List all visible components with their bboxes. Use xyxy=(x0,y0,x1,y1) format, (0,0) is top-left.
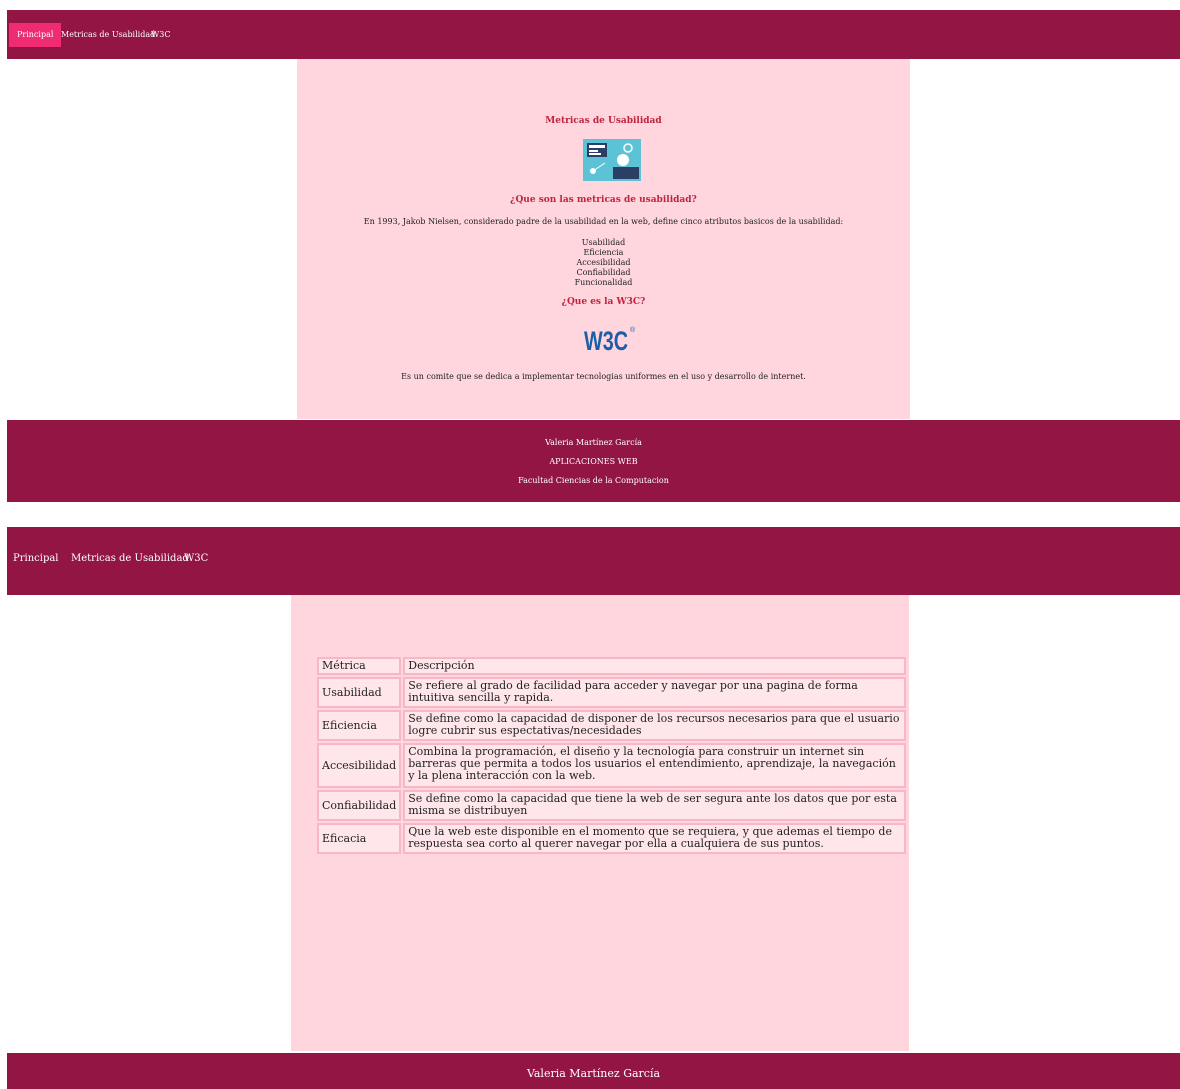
table-cell-description: Que la web este disponible en el momento… xyxy=(403,823,906,854)
w3c-logo: W3C ® xyxy=(584,326,636,353)
bottom-navbar: Principal Metricas de Usabilidad W3C xyxy=(7,527,1180,595)
w3c-logo-text: W3C xyxy=(584,326,628,353)
table-cell-description: Se define como la capacidad de disponer … xyxy=(403,710,906,741)
bottom-main-content: Métrica Descripción Usabilidad Se refier… xyxy=(291,595,909,1051)
nav-item-metricas[interactable]: Metricas de Usabilidad xyxy=(71,553,189,564)
bottom-footer: Valeria Martínez García xyxy=(7,1053,1180,1089)
table-cell-metric: Eficiencia xyxy=(317,710,402,741)
list-item: Funcionalidad xyxy=(574,278,633,287)
intro-text: En 1993, Jakob Nielsen, considerado padr… xyxy=(363,217,844,226)
list-item: Confiabilidad xyxy=(576,268,631,277)
table-cell-description: Combina la programación, el diseño y la … xyxy=(403,743,906,788)
table-cell-metric: Accesibilidad xyxy=(317,743,402,788)
metrics-table: Métrica Descripción Usabilidad Se refier… xyxy=(315,655,908,856)
section-heading-w3c: ¿Que es la W3C? xyxy=(561,297,646,307)
w3c-description: Es un comite que se dedica a implementar… xyxy=(401,372,806,381)
table-cell-metric: Confiabilidad xyxy=(317,790,402,821)
w3c-registered-mark: ® xyxy=(630,326,636,334)
table-cell-description: Se define como la capacidad que tiene la… xyxy=(403,790,906,821)
table-row: Accesibilidad Combina la programación, e… xyxy=(317,743,906,788)
table-row: Confiabilidad Se define como la capacida… xyxy=(317,790,906,821)
list-item: Usabilidad xyxy=(581,238,626,247)
table-header-metric: Métrica xyxy=(317,657,402,675)
table-header-row: Métrica Descripción xyxy=(317,657,906,675)
top-navbar: Principal Metricas de Usabilidad W3C xyxy=(7,10,1180,59)
table-cell-metric: Eficacia xyxy=(317,823,402,854)
table-cell-description: Se refiere al grado de facilidad para ac… xyxy=(403,677,906,708)
table-cell-metric: Usabilidad xyxy=(317,677,402,708)
list-item: Accesibilidad xyxy=(576,258,631,267)
footer-faculty: Facultad Ciencias de la Computacion xyxy=(518,476,669,485)
top-main-content: Metricas de Usabilidad ¿Que son las metr… xyxy=(297,59,910,419)
table-row: Eficacia Que la web este disponible en e… xyxy=(317,823,906,854)
list-item: Eficiencia xyxy=(583,248,624,257)
table-row: Usabilidad Se refiere al grado de facili… xyxy=(317,677,906,708)
table-header-description: Descripción xyxy=(403,657,906,675)
top-footer: Valeria Martínez García APLICACIONES WEB… xyxy=(7,420,1180,502)
table-row: Eficiencia Se define como la capacidad d… xyxy=(317,710,906,741)
page-title: Metricas de Usabilidad xyxy=(545,116,662,126)
nav-item-w3c[interactable]: W3C xyxy=(143,23,178,47)
footer-course: APLICACIONES WEB xyxy=(549,457,638,466)
section-heading-metricas: ¿Que son las metricas de usabilidad? xyxy=(510,195,697,205)
nav-item-principal[interactable]: Principal xyxy=(13,553,59,564)
footer-author: Valeria Martínez García xyxy=(545,438,642,447)
attribute-list: Usabilidad Eficiencia Accesibilidad Conf… xyxy=(297,238,910,288)
footer-author: Valeria Martínez García xyxy=(526,1067,661,1080)
nav-item-w3c[interactable]: W3C xyxy=(184,553,208,564)
usability-illustration-icon xyxy=(583,139,641,181)
